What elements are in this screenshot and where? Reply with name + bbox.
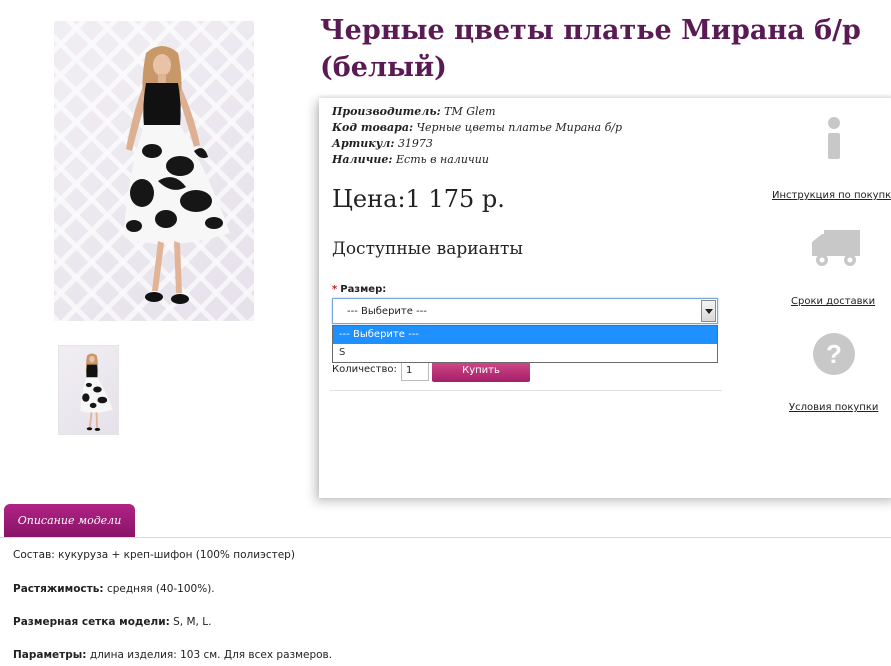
- sku-value: 31973: [397, 137, 433, 150]
- params-value: длина изделия: 103 см. Для всех размеров…: [89, 649, 333, 661]
- desc-composition: Состав: кукуруза + креп-шифон (100% поли…: [13, 549, 295, 561]
- desc-stretch: Растяжимость: средняя (40-100%).: [13, 583, 215, 595]
- dress-photo: [124, 46, 230, 304]
- size-dropdown-list[interactable]: --- Выберите --- S: [332, 325, 718, 363]
- sku-label: Артикул:: [332, 137, 395, 150]
- stretch-value: средняя (40-100%).: [106, 583, 215, 595]
- tab-description[interactable]: Описание модели: [4, 504, 135, 538]
- desc-params: Параметры: длина изделия: 103 см. Для вс…: [13, 649, 332, 661]
- code-value: Черные цветы платье Мирана б/р: [416, 121, 623, 134]
- quantity-input[interactable]: 1: [401, 361, 429, 381]
- delivery-link[interactable]: Сроки доставки: [791, 296, 875, 307]
- size-label: * Размер:: [332, 284, 386, 295]
- product-specs: Производитель: TM Glem Код товара: Черны…: [332, 104, 732, 168]
- sku-row: Артикул: 31973: [332, 136, 732, 152]
- quantity-label: Количество:: [332, 364, 397, 375]
- desc-sizes: Размерная сетка модели: S, M, L.: [13, 616, 211, 628]
- terms-link[interactable]: Условия покупки: [789, 402, 878, 413]
- size-option-s[interactable]: S: [333, 344, 717, 362]
- info-icon: [822, 116, 846, 160]
- product-price: Цена:1 175 р.: [332, 185, 505, 213]
- code-row: Код товара: Черные цветы платье Мирана б…: [332, 120, 732, 136]
- instructions-link[interactable]: Инструкция по покупке: [772, 190, 891, 201]
- size-option-placeholder[interactable]: --- Выберите ---: [333, 326, 717, 344]
- dress-thumbnail-photo: [80, 353, 113, 431]
- sizes-label: Размерная сетка модели:: [13, 616, 170, 628]
- divider: [330, 390, 722, 391]
- composition-label: Состав:: [13, 549, 55, 561]
- chevron-down-icon[interactable]: [701, 300, 716, 322]
- svg-text:?: ?: [826, 339, 842, 369]
- manufacturer-value: TM Glem: [444, 105, 496, 118]
- size-select[interactable]: --- Выберите ---: [332, 298, 718, 324]
- code-label: Код товара:: [332, 121, 414, 134]
- size-select-value: --- Выберите ---: [347, 306, 427, 317]
- required-mark: *: [332, 284, 338, 295]
- sizes-value: S, M, L.: [173, 616, 212, 628]
- buy-button[interactable]: Купить: [432, 361, 530, 382]
- product-main-image[interactable]: [54, 21, 254, 321]
- size-label-text: Размер:: [340, 284, 387, 295]
- manufacturer-row: Производитель: TM Glem: [332, 104, 732, 120]
- composition-value: кукуруза + креп-шифон (100% полиэстер): [58, 549, 295, 561]
- question-icon: ?: [812, 332, 856, 376]
- params-label: Параметры:: [13, 649, 87, 661]
- product-title: Черные цветы платье Мирана б/р (белый): [320, 15, 861, 83]
- availability-label: Наличие:: [332, 153, 393, 166]
- availability-row: Наличие: Есть в наличии: [332, 152, 732, 168]
- tab-divider: [0, 537, 891, 538]
- variants-heading: Доступные варианты: [332, 239, 523, 259]
- availability-value: Есть в наличии: [396, 153, 489, 166]
- product-thumbnail[interactable]: [58, 345, 119, 435]
- manufacturer-label: Производитель:: [332, 105, 441, 118]
- stretch-label: Растяжимость:: [13, 583, 104, 595]
- truck-icon: [810, 228, 862, 268]
